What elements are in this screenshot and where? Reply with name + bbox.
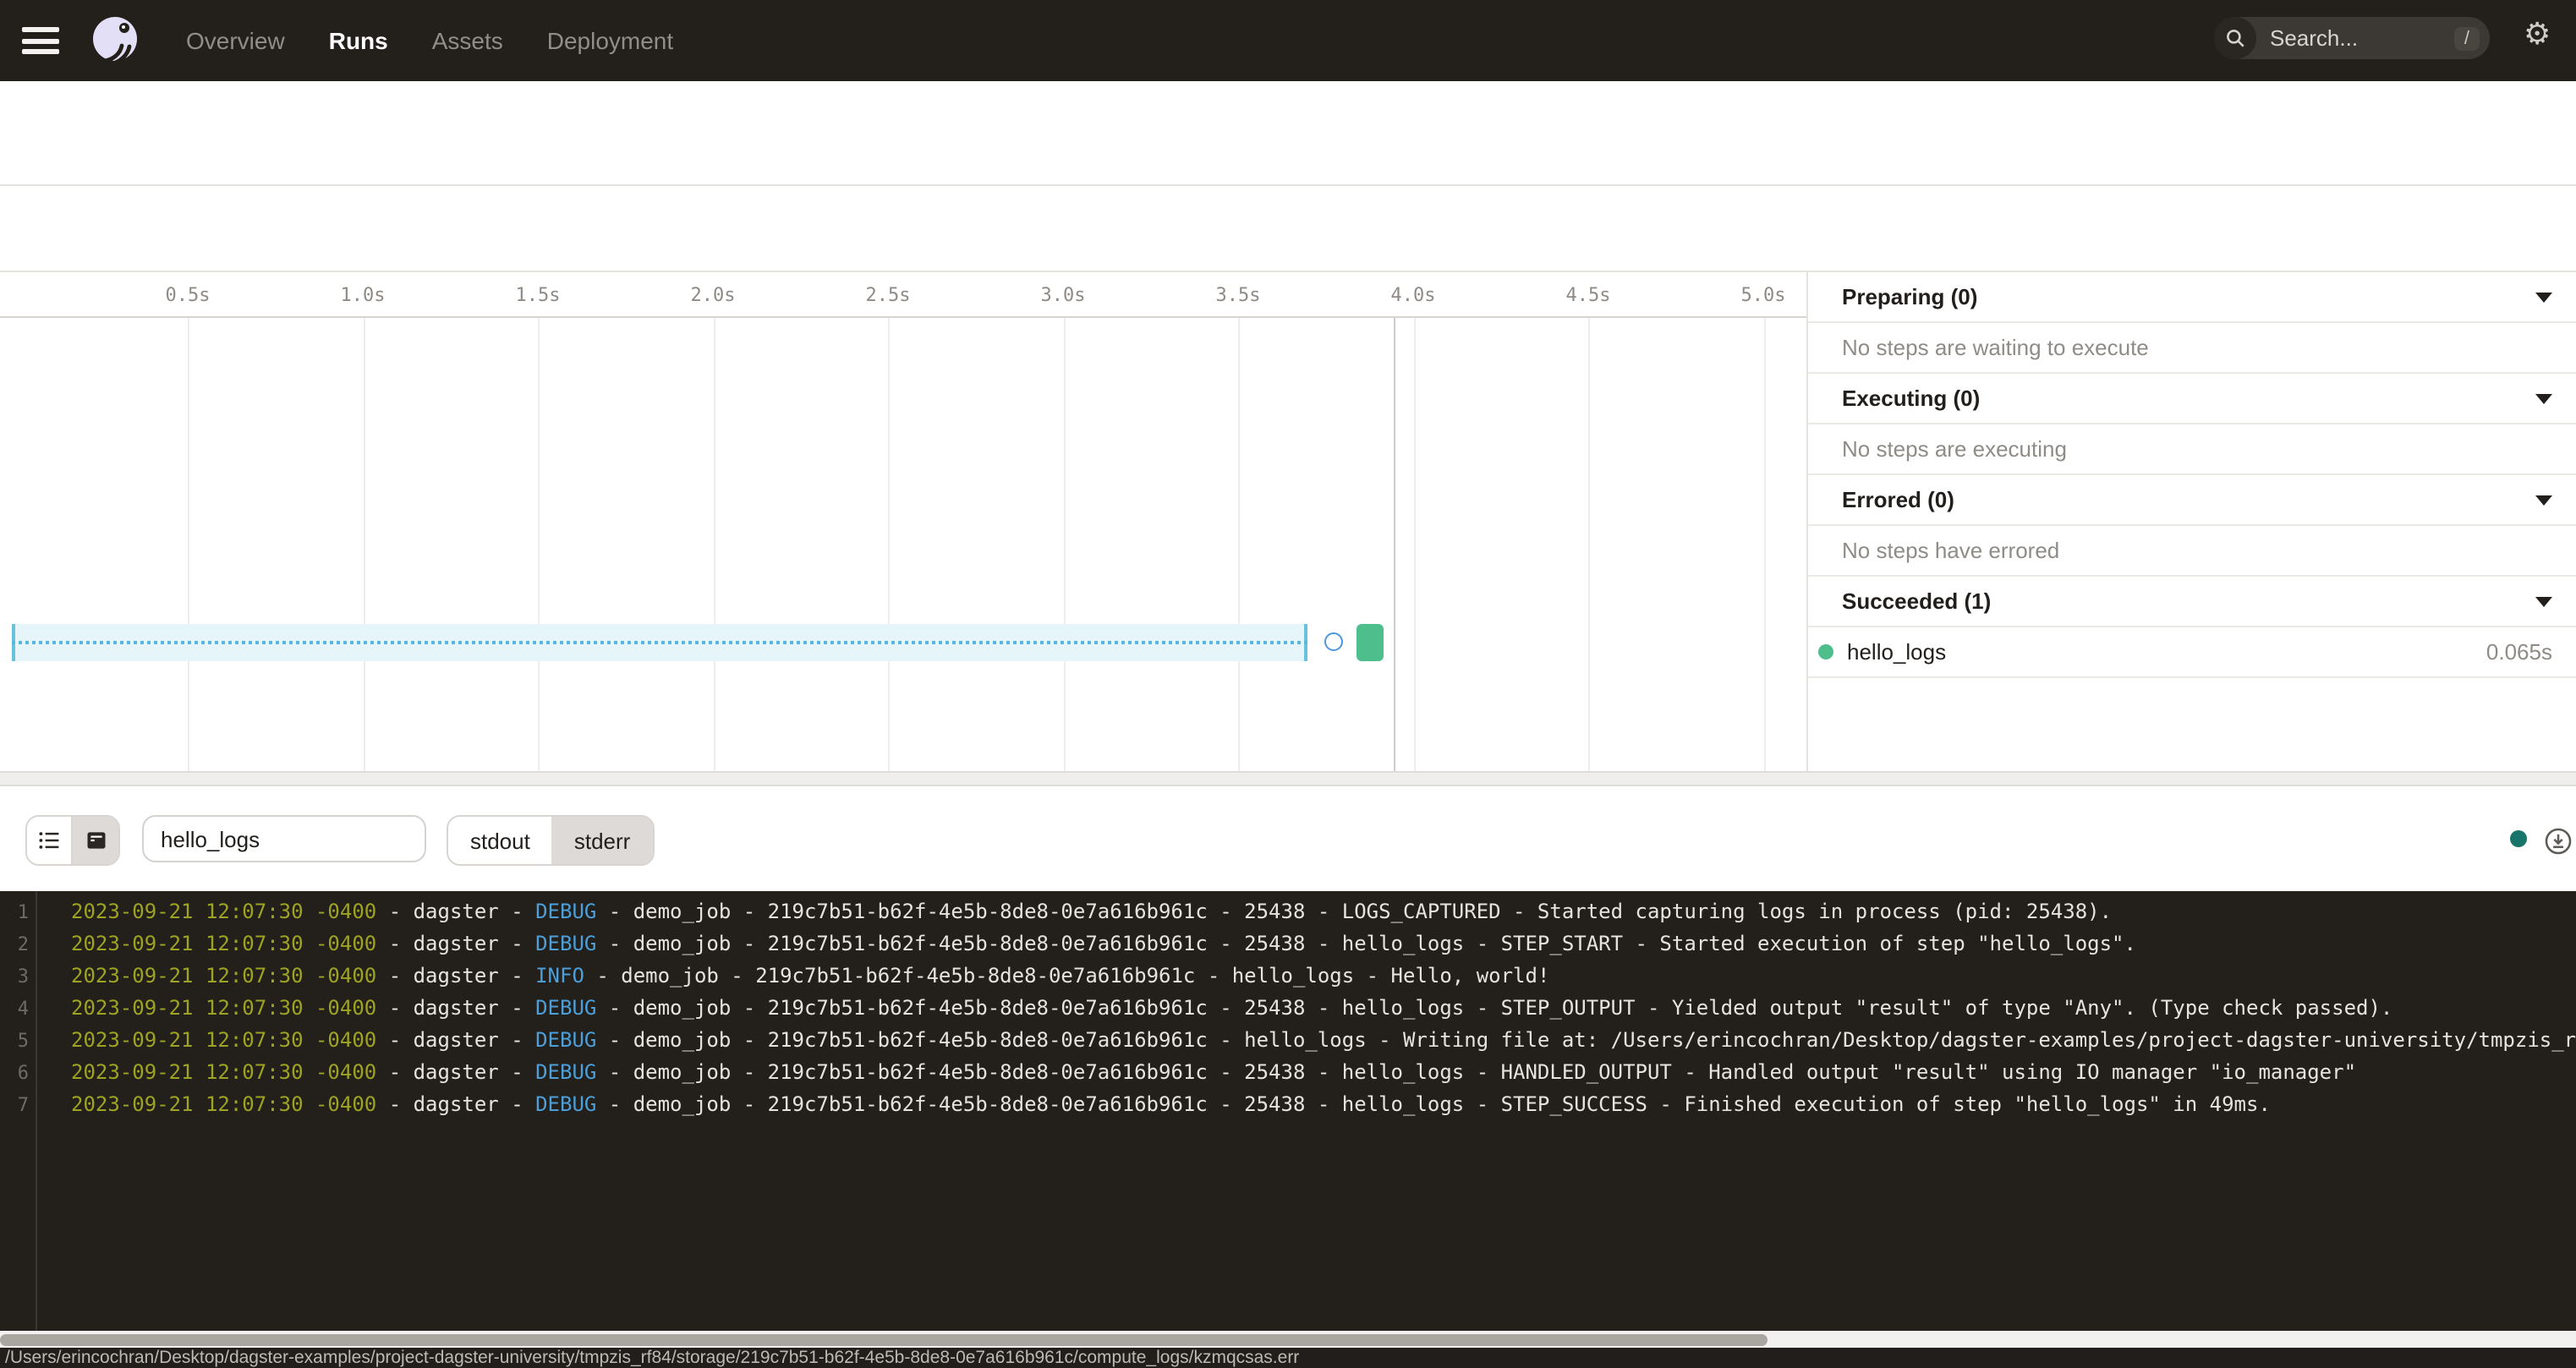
collapse-triangle-icon bbox=[2535, 292, 2552, 302]
log-line: 12023-09-21 12:07:30 -0400 - dagster - D… bbox=[0, 896, 2576, 928]
raw-log-view-button[interactable] bbox=[73, 817, 118, 864]
search-placeholder: Search... bbox=[2270, 25, 2454, 51]
hello-logs-step-bar[interactable] bbox=[1357, 624, 1384, 661]
step-marker-circle bbox=[1324, 632, 1343, 651]
axis-tick-label: 0.5s bbox=[166, 284, 211, 306]
download-icon bbox=[2544, 827, 2573, 856]
search-icon bbox=[2214, 17, 2256, 59]
axis-gridline bbox=[1413, 318, 1415, 771]
axis-tick-label: 5.0s bbox=[1741, 284, 1786, 306]
settings-gear-icon[interactable]: ⚙ bbox=[2524, 19, 2551, 49]
axis-tick-label: 4.5s bbox=[1566, 284, 1611, 306]
hamburger-menu-icon[interactable] bbox=[22, 27, 59, 54]
axis-gridline bbox=[188, 318, 189, 771]
step-success-dot-icon bbox=[1818, 644, 1833, 659]
gantt-chart: 0.5s 1.0s 1.5s 2.0s 2.5s 3.0s 3.5s 4.0s 4.5s 5.0s bbox=[0, 272, 1806, 771]
axis-gridline bbox=[713, 318, 715, 771]
nav-item-deployment[interactable]: Deployment bbox=[547, 27, 673, 54]
stdout-stderr-switcher: stdoutstderr bbox=[447, 815, 654, 866]
axis-tick-label: 2.0s bbox=[691, 284, 736, 306]
panel-empty-state: No steps are executing bbox=[1808, 424, 2576, 475]
log-line: 52023-09-21 12:07:30 -0400 - dagster - D… bbox=[0, 1025, 2576, 1057]
list-icon bbox=[37, 829, 61, 852]
log-line: 42023-09-21 12:07:30 -0400 - dagster - D… bbox=[0, 993, 2576, 1025]
line-number: 7 bbox=[0, 1089, 29, 1121]
gantt-time-axis: 0.5s 1.0s 1.5s 2.0s 2.5s 3.0s 3.5s 4.0s 4.5s 5.0s bbox=[0, 272, 1806, 318]
line-number: 6 bbox=[0, 1057, 29, 1089]
top-nav: Overview Runs Assets Deployment Search... /… bbox=[0, 0, 2576, 81]
run-end-marker-line bbox=[1394, 318, 1395, 771]
axis-tick-label: 3.0s bbox=[1041, 284, 1086, 306]
nav-item-runs[interactable]: Runs bbox=[329, 27, 388, 54]
panel-section-title: Executing (0) bbox=[1842, 386, 1980, 411]
log-line: 22023-09-21 12:07:30 -0400 - dagster - D… bbox=[0, 928, 2576, 960]
console-icon bbox=[84, 829, 107, 852]
search-shortcut-badge: / bbox=[2454, 26, 2480, 50]
log-line: 62023-09-21 12:07:30 -0400 - dagster - D… bbox=[0, 1057, 2576, 1089]
panel-section-title: Errored (0) bbox=[1842, 487, 1954, 512]
axis-gridline bbox=[888, 318, 890, 771]
succeeded-step-row[interactable]: hello_logs 0.065s bbox=[1808, 627, 2576, 678]
dagster-logo-icon[interactable] bbox=[88, 14, 142, 68]
axis-tick-label: 3.5s bbox=[1216, 284, 1261, 306]
panel-empty-state: No steps have errored bbox=[1808, 526, 2576, 577]
axis-gridline bbox=[538, 318, 540, 771]
axis-tick-label: 1.5s bbox=[516, 284, 561, 306]
panel-section-header[interactable]: Succeeded (1) bbox=[1808, 577, 2576, 627]
log-step-filter-input[interactable] bbox=[142, 815, 426, 862]
nav-item-overview[interactable]: Overview bbox=[186, 27, 285, 54]
line-number: 5 bbox=[0, 1025, 29, 1057]
panel-empty-state: No steps are waiting to execute bbox=[1808, 323, 2576, 374]
nav-item-assets[interactable]: Assets bbox=[432, 27, 503, 54]
axis-tick-label: 1.0s bbox=[341, 284, 386, 306]
panel-section-header[interactable]: Preparing (0) bbox=[1808, 272, 2576, 323]
log-toolbar: stdoutstderr bbox=[0, 786, 2576, 891]
panel-section-header[interactable]: Executing (0) bbox=[1808, 374, 2576, 424]
run-header: 219c7b51 Success Run of demo_job @ 4f105… bbox=[0, 81, 2576, 186]
axis-gridline bbox=[1063, 318, 1065, 771]
tab-stderr[interactable]: stderr bbox=[552, 817, 652, 864]
line-number: 2 bbox=[0, 928, 29, 960]
axis-gridline bbox=[363, 318, 364, 771]
log-file-path-bar: /Users/erincochran/Desktop/dagster-examp… bbox=[0, 1348, 2576, 1368]
structured-log-view-button[interactable] bbox=[27, 817, 73, 864]
panel-section-title: Preparing (0) bbox=[1842, 284, 1977, 309]
log-view-mode-switcher bbox=[25, 815, 120, 866]
log-file-path: /Users/erincochran/Desktop/dagster-examp… bbox=[5, 1348, 1299, 1368]
line-number: 4 bbox=[0, 993, 29, 1025]
tab-stdout[interactable]: stdout bbox=[448, 817, 552, 864]
axis-tick-label: 4.0s bbox=[1391, 284, 1436, 306]
gantt-toolbar: Hide not started steps Re-execute all (*… bbox=[0, 186, 2576, 272]
scrollbar-thumb[interactable] bbox=[0, 1333, 1768, 1345]
step-duration: 0.065s bbox=[2486, 639, 2552, 665]
download-log-button[interactable] bbox=[2544, 827, 2573, 856]
line-number: 1 bbox=[0, 896, 29, 928]
step-wait-dotted-line bbox=[12, 641, 1307, 644]
panel-splitter-handle[interactable] bbox=[0, 771, 2576, 786]
collapse-triangle-icon bbox=[2535, 393, 2552, 403]
dagster-run-page: Overview Runs Assets Deployment Search... /… bbox=[0, 0, 2576, 1368]
axis-gridline bbox=[1588, 318, 1590, 771]
axis-gridline bbox=[1238, 318, 1240, 771]
run-steps-side-panel: Preparing (0) No steps are waiting to exe… bbox=[1806, 272, 2576, 771]
collapse-triangle-icon bbox=[2535, 495, 2552, 505]
main-nav-items: Overview Runs Assets Deployment bbox=[186, 27, 673, 54]
log-line: 72023-09-21 12:07:30 -0400 - dagster - D… bbox=[0, 1089, 2576, 1121]
raw-log-output[interactable]: 12023-09-21 12:07:30 -0400 - dagster - D… bbox=[0, 891, 2576, 1331]
step-name: hello_logs bbox=[1847, 639, 1946, 665]
axis-tick-label: 2.5s bbox=[866, 284, 911, 306]
global-search[interactable]: Search... / bbox=[2214, 17, 2490, 59]
panel-section-header[interactable]: Errored (0) bbox=[1808, 475, 2576, 526]
log-line: 32023-09-21 12:07:30 -0400 - dagster - I… bbox=[0, 960, 2576, 993]
panel-section-title: Succeeded (1) bbox=[1842, 588, 1991, 614]
selected-step-row-highlight bbox=[12, 624, 1307, 661]
axis-gridline bbox=[1763, 318, 1765, 771]
log-horizontal-scrollbar bbox=[0, 1331, 2576, 1348]
collapse-triangle-icon bbox=[2535, 596, 2552, 606]
capture-status-dot bbox=[2510, 830, 2527, 847]
line-number: 3 bbox=[0, 960, 29, 993]
